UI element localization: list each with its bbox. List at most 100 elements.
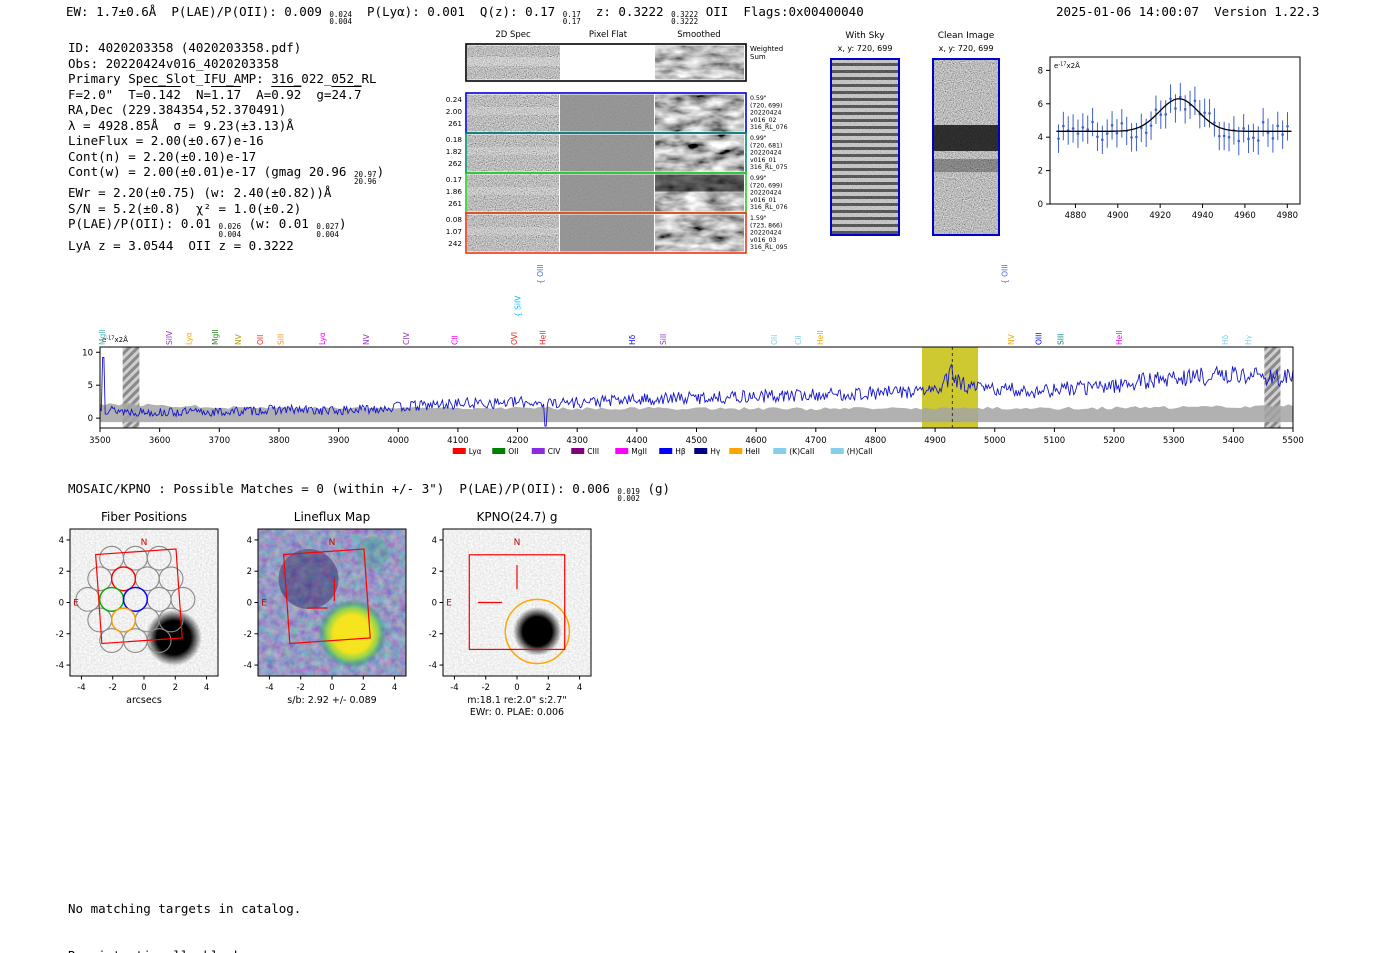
data-point xyxy=(1256,139,1260,142)
stacked-uncertainty: 0.019 0.002 xyxy=(617,487,640,504)
row-right-meta: v016_02 xyxy=(750,117,777,124)
panel-ytick: 0 xyxy=(247,599,252,609)
row-right-meta: v016_01 xyxy=(750,157,777,164)
text-segment: (g) xyxy=(639,481,671,496)
row-left-value: 261 xyxy=(448,199,462,208)
panel-xlabel: arcsecs xyxy=(126,695,162,706)
panel-xtick: 0 xyxy=(141,683,146,693)
lineflux-blob xyxy=(317,599,387,669)
row-left-value: 0.24 xyxy=(446,95,463,104)
panel-xtick: 4 xyxy=(392,683,397,693)
panel-ytick: -2 xyxy=(429,630,437,640)
data-point xyxy=(1169,97,1172,100)
panel-xtick: -2 xyxy=(296,683,304,693)
row-smoothed-image xyxy=(655,94,744,132)
lineflux-map-panel: N E -4 -4 -2 -2 0 0 2 2 4 4 s/b: 2.92 +/- 0.089 xyxy=(244,528,407,706)
spectrum-xtick: 3600 xyxy=(149,436,171,446)
spectrum-ytick: 10 xyxy=(82,348,93,358)
text-segment: Primary Spec_Slot_IFU_AMP: 316_022_052_R… xyxy=(68,71,377,86)
data-point xyxy=(1105,132,1109,135)
footer-line-2: Row intentionally blank. xyxy=(68,948,301,953)
legend-label: OII xyxy=(508,447,518,456)
data-point xyxy=(1057,137,1060,140)
zoom-xtick: 4960 xyxy=(1234,211,1256,221)
spectrum-xtick: 4100 xyxy=(447,436,469,446)
row-right-meta: 0.99" xyxy=(750,175,767,182)
spectrum-ytick: 0 xyxy=(88,414,93,424)
row-left-value: 0.08 xyxy=(446,215,463,224)
legend-swatch xyxy=(659,448,673,454)
emission-line-label: HeII xyxy=(1115,330,1124,345)
row-right-meta: 20220424 xyxy=(750,110,782,117)
footer-line-1: No matching targets in catalog. xyxy=(68,901,302,916)
compass-north: N xyxy=(141,538,148,548)
row-right-meta: (720, 699) xyxy=(750,182,782,189)
text-segment: ) xyxy=(376,164,385,179)
text-segment: OII Flags:0x00400040 xyxy=(698,4,864,19)
data-point xyxy=(1154,108,1158,112)
overline-value: 0.92 xyxy=(271,86,302,102)
spectrum-xtick: 5100 xyxy=(1044,436,1066,446)
data-point xyxy=(1110,124,1114,127)
row-right-meta: 0.99" xyxy=(750,135,767,142)
emission-line-label: { OIII xyxy=(1000,264,1009,284)
stacked-uncertainty: 0.026 0.004 xyxy=(218,222,242,239)
panel-xlabel: m:18.1 re:2.0" s:2.7" xyxy=(467,695,567,706)
data-point xyxy=(1076,132,1080,135)
info-line: λ = 4928.85Å σ = 9.23(±3.13)Å xyxy=(68,118,384,134)
emission-line-label: MgII xyxy=(98,329,107,345)
emission-line-label: OIII xyxy=(1034,332,1043,345)
zoom-ytick: 0 xyxy=(1038,200,1043,210)
data-point xyxy=(1091,120,1094,124)
text-segment: N= xyxy=(180,86,212,102)
spectrum-xtick: 3700 xyxy=(208,436,230,446)
emission-line-label: OVI xyxy=(510,332,519,345)
zoom-ytick: 4 xyxy=(1038,133,1043,143)
panel-xtick: 0 xyxy=(329,683,334,693)
emission-line-label: Lyα xyxy=(184,332,193,345)
panel-xtick: 2 xyxy=(546,683,551,693)
compass-east: E xyxy=(446,599,452,609)
panel-ytick: 0 xyxy=(59,599,64,609)
data-point xyxy=(1203,111,1206,115)
data-point xyxy=(1115,131,1119,135)
stacked-uncertainty: 20.97 20.96 xyxy=(353,170,377,187)
gaussian-fit-curve xyxy=(1056,98,1292,132)
row-right-meta: 0.59" xyxy=(750,95,767,102)
panel-ytick: 4 xyxy=(247,536,252,546)
data-point xyxy=(1135,135,1138,139)
row-right-meta: (720, 681) xyxy=(750,142,782,149)
zoom-ytick: 2 xyxy=(1038,167,1043,177)
spec2d-col-title: Smoothed xyxy=(677,30,720,40)
panel-xlabel2: EWr: 0. PLAE: 0.006 xyxy=(470,707,564,718)
info-line: LineFlux = 2.00(±0.67)e-16 xyxy=(68,133,384,149)
emission-line-label: { OIII xyxy=(536,264,545,284)
compass-north: N xyxy=(329,538,336,548)
compass-east: E xyxy=(73,599,79,609)
spec2d-cutouts: 2D Spec Pixel Flat Smoothed WeightedSum 0.24… xyxy=(446,30,1000,254)
text-segment: λ = 4928.85Å σ = 9.23(±3.13)Å xyxy=(68,117,294,133)
panel-xtick: 2 xyxy=(361,683,366,693)
legend-swatch xyxy=(531,448,545,454)
emission-line-zoom-plot: 4880 4900 4920 4940 4960 4980 0 2 4 6 8 e-17x2Å xyxy=(1038,56,1301,221)
data-point xyxy=(1164,113,1167,116)
spectrum-xtick: 4600 xyxy=(745,436,767,446)
spec2d-col-title: 2D Spec xyxy=(495,30,531,40)
data-point xyxy=(1208,112,1211,115)
data-point xyxy=(1217,134,1221,138)
stacked-uncertainty: 0.027 0.004 xyxy=(316,222,339,239)
row-left-value: 261 xyxy=(448,119,462,128)
full-spectrum-plot: 3500 3600 3700 3800 3900 4000 4100 4200 4300 4400… xyxy=(82,264,1304,456)
row-right-meta: v016_03 xyxy=(750,237,777,244)
data-point xyxy=(1183,108,1187,111)
source-blob xyxy=(145,609,202,666)
row-smoothed-image xyxy=(655,214,744,252)
data-point xyxy=(1271,137,1275,140)
panel-xtick: -4 xyxy=(265,683,273,693)
emission-line-label: CII xyxy=(794,335,803,345)
stacked-uncertainty: 0.17 0.17 xyxy=(562,10,581,27)
data-point xyxy=(1159,113,1163,117)
row-left-value: 0.18 xyxy=(446,135,463,144)
data-point xyxy=(1281,133,1284,136)
